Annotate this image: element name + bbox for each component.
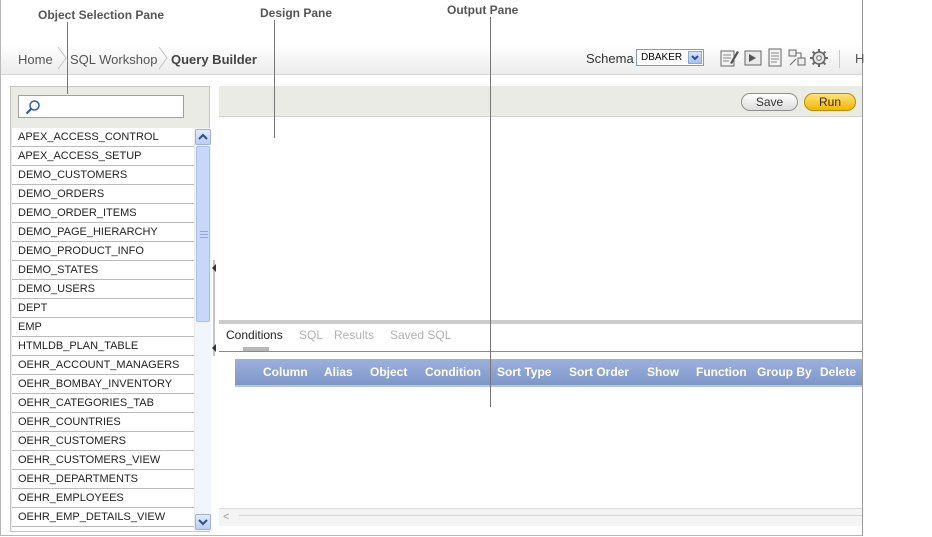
scroll-down-icon[interactable] [195,514,211,530]
list-item[interactable]: OEHR_CUSTOMERS_VIEW [12,451,194,470]
list-item[interactable]: OEHR_DEPARTMENTS [12,470,194,489]
schema-label: Schema [586,51,634,66]
scripts-icon[interactable] [765,48,785,68]
help-link-partial[interactable]: H [855,51,864,66]
column-header: Group By [757,365,812,379]
object-selection-pane: APEX_ACCESS_CONTROL APEX_ACCESS_SETUP DE… [10,86,211,532]
tab-sql[interactable]: SQL [299,328,323,342]
breadcrumb-query-builder: Query Builder [171,52,257,67]
breadcrumb-home[interactable]: Home [18,52,53,67]
schema-select[interactable]: DBAKER [636,49,704,66]
scroll-up-icon[interactable] [195,129,211,145]
breadcrumb-sql-workshop[interactable]: SQL Workshop [70,52,157,67]
column-header: Column [263,365,308,379]
design-pane[interactable] [219,117,862,320]
list-item[interactable]: OEHR_EMP_DETAILS_VIEW [12,508,194,527]
list-item[interactable]: OEHR_CATEGORIES_TAB [12,394,194,413]
search-input[interactable] [18,95,184,118]
list-item[interactable]: OEHR_ACCOUNT_MANAGERS [12,356,194,375]
list-item[interactable]: EMP [12,318,194,337]
column-header: Sort Type [497,365,552,379]
tab-results[interactable]: Results [334,328,374,342]
list-item[interactable]: OEHR_EMPLOYEES [12,489,194,508]
tab-saved-sql[interactable]: Saved SQL [390,328,451,342]
list-item[interactable]: DEMO_PRODUCT_INFO [12,242,194,261]
output-pane: Conditions SQL Results Saved SQL Column … [219,324,862,530]
edit-icon[interactable] [719,48,739,68]
list-item[interactable]: OEHR_CUSTOMERS [12,432,194,451]
list-item[interactable]: HTMLDB_PLAN_TABLE [12,337,194,356]
column-header: Show [647,365,679,379]
callout-line-object-selection [67,22,68,94]
list-item[interactable]: APEX_ACCESS_SETUP [12,147,194,166]
magnifier-icon [25,100,40,115]
tab-conditions[interactable]: Conditions [226,328,283,342]
breadcrumb-bar: Home SQL Workshop Query Builder Schema D… [1,44,864,75]
object-list-scrollbar[interactable] [195,128,211,531]
callout-line-design [274,20,275,138]
scroll-thumb[interactable] [196,146,210,322]
breadcrumb-separator-icon [158,46,168,70]
list-item[interactable]: OEHR_BOMBAY_INVENTORY [12,375,194,394]
list-item[interactable]: DEMO_PAGE_HIERARCHY [12,223,194,242]
list-item[interactable]: DEMO_USERS [12,280,194,299]
design-pane-toolbar: Save Run [219,86,862,117]
list-item[interactable]: DEMO_ORDER_ITEMS [12,204,194,223]
column-header: Delete [820,365,857,379]
scroll-left-icon[interactable]: < [223,511,229,523]
run-button[interactable]: Run [804,93,856,111]
scroll-track [239,515,862,516]
column-header: Sort Order [569,365,630,379]
callout-line-output [490,17,491,407]
column-header: Object [370,365,408,379]
conditions-grid-header: Column Alias Object Condition Sort Type … [235,359,862,387]
list-item[interactable]: DEMO_ORDERS [12,185,194,204]
list-item[interactable]: DEMO_STATES [12,261,194,280]
output-horizontal-scrollbar[interactable]: < [219,508,862,526]
column-header: Condition [425,365,481,379]
schema-select-value: DBAKER [641,52,683,63]
column-header: Alias [324,365,353,379]
sql-commands-icon[interactable] [743,48,763,68]
object-list: APEX_ACCESS_CONTROL APEX_ACCESS_SETUP DE… [12,128,194,531]
list-item[interactable]: APEX_ACCESS_CONTROL [12,128,194,147]
collapse-pane-handle-icon[interactable] [211,258,218,358]
chevron-down-icon [688,51,702,64]
save-button[interactable]: Save [741,93,798,111]
toolbar-divider [839,50,840,68]
list-item[interactable]: OEHR_COUNTRIES [12,413,194,432]
list-item[interactable]: DEMO_CUSTOMERS [12,166,194,185]
window-right-edge [862,0,863,536]
column-header: Function [696,365,747,379]
utilities-gear-icon[interactable] [809,48,829,68]
list-item[interactable]: DEPT [12,299,194,318]
query-builder-icon[interactable] [787,48,807,68]
tab-rule [219,351,862,352]
